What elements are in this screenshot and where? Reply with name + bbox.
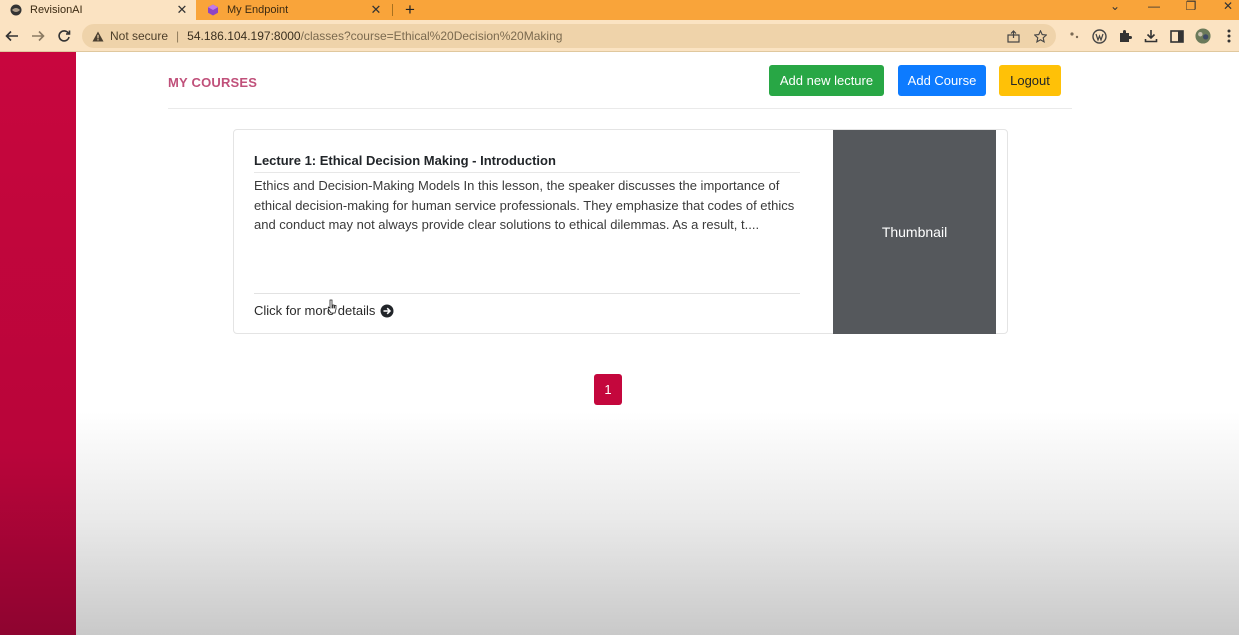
extension-sparkle-icon[interactable]	[1066, 28, 1082, 44]
url-path: /classes?course=Ethical%20Decision%20Mak…	[300, 29, 563, 43]
pagination-page-1[interactable]: 1	[594, 374, 622, 405]
close-window-icon[interactable]: ✕	[1210, 0, 1239, 20]
wordpress-icon[interactable]	[1091, 28, 1107, 44]
lecture-summary: Ethics and Decision-Making Models In thi…	[254, 178, 795, 232]
close-tab-icon[interactable]: ✕	[368, 2, 384, 18]
page-content: MY COURSES Add new lecture Add Course Lo…	[0, 52, 1239, 635]
avatar[interactable]	[1195, 28, 1211, 44]
browser-tab-strip: RevisionAI ✕ My Endpoint ✕ + ⌄ — ❐ ✕	[0, 0, 1239, 20]
thumbnail-label: Thumbnail	[881, 224, 948, 240]
lecture-card: Lecture 1: Ethical Decision Making - Int…	[233, 129, 1008, 334]
logout-button[interactable]: Logout	[999, 65, 1061, 96]
tab-revisionai[interactable]: RevisionAI ✕	[0, 0, 196, 20]
warning-icon[interactable]	[92, 31, 104, 42]
add-new-lecture-button[interactable]: Add new lecture	[769, 65, 884, 96]
address-divider: |	[176, 29, 180, 43]
chevron-down-icon[interactable]: ⌄	[1097, 0, 1133, 20]
cube-icon	[207, 4, 219, 16]
sidebar	[0, 52, 76, 635]
tab-separator	[392, 4, 393, 16]
puzzle-icon[interactable]	[1117, 28, 1133, 44]
reload-icon[interactable]	[54, 26, 74, 46]
minimize-icon[interactable]: —	[1136, 0, 1172, 20]
download-icon[interactable]	[1143, 28, 1159, 44]
tab-my-endpoint[interactable]: My Endpoint ✕	[197, 0, 390, 20]
arrow-right-circle-icon[interactable]	[380, 304, 394, 318]
page-title: MY COURSES	[168, 75, 258, 90]
restore-icon[interactable]: ❐	[1173, 0, 1209, 20]
share-icon[interactable]	[1005, 28, 1021, 44]
hand-cursor-icon	[327, 299, 337, 314]
browser-toolbar: Not secure | 54.186.104.197:8000/classes…	[0, 20, 1239, 52]
forward-icon[interactable]	[28, 26, 48, 46]
tab-title: My Endpoint	[227, 4, 289, 16]
url-text: 54.186.104.197:8000/classes?course=Ethic…	[187, 29, 562, 43]
star-icon[interactable]	[1032, 28, 1048, 44]
card-divider	[254, 293, 800, 294]
more-details-link[interactable]: Click for more details	[254, 303, 394, 318]
security-label: Not secure	[110, 29, 169, 43]
side-panel-icon[interactable]	[1169, 28, 1185, 44]
address-bar[interactable]: Not secure | 54.186.104.197:8000/classes…	[82, 24, 1056, 48]
back-icon[interactable]	[2, 26, 22, 46]
new-tab-button[interactable]: +	[402, 0, 418, 20]
more-details-label: Click for more details	[254, 303, 376, 318]
url-host: 54.186.104.197:8000	[187, 29, 301, 43]
close-tab-icon[interactable]: ✕	[174, 2, 190, 18]
globe-icon	[10, 4, 22, 16]
page-header: MY COURSES Add new lecture Add Course Lo…	[168, 52, 1072, 109]
add-course-button[interactable]: Add Course	[898, 65, 986, 96]
lecture-thumbnail[interactable]: Thumbnail	[833, 130, 996, 334]
more-menu-icon[interactable]	[1221, 28, 1237, 44]
lecture-title: Lecture 1: Ethical Decision Making - Int…	[254, 153, 800, 173]
tab-title: RevisionAI	[30, 4, 83, 16]
